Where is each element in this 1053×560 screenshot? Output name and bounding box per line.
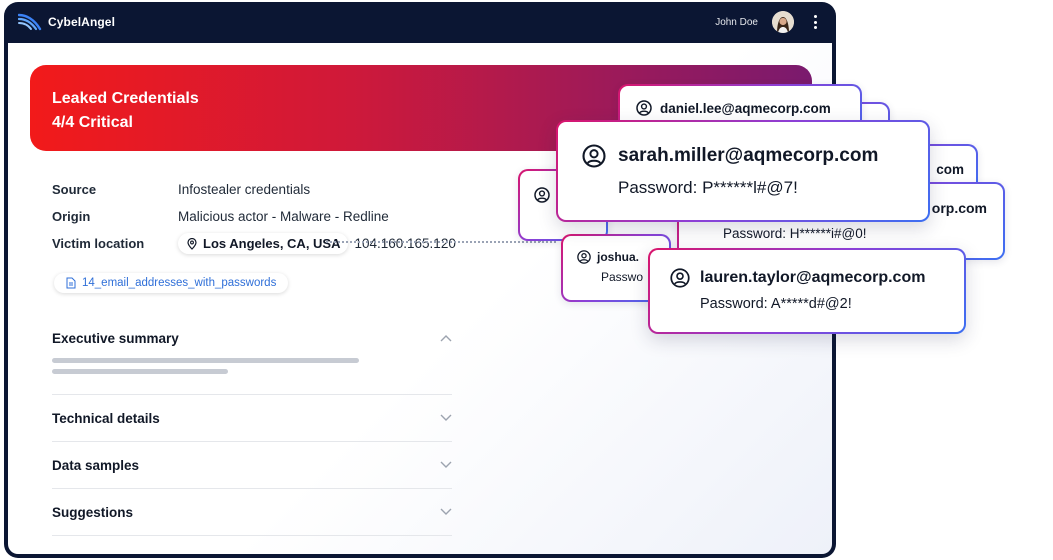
user-circle-icon: [582, 144, 606, 168]
avatar[interactable]: [772, 11, 794, 33]
text-placeholder-bar: [52, 358, 359, 363]
avatar-image: [772, 11, 794, 33]
top-bar: CybelAngel John Doe: [8, 2, 832, 42]
detail-value: Infostealer credentials: [178, 182, 311, 197]
credential-card-sarah[interactable]: sarah.miller@aqmecorp.com Password: P***…: [556, 120, 930, 222]
user-circle-icon: [670, 268, 690, 288]
user-circle-icon: [577, 250, 591, 264]
kebab-menu-icon[interactable]: [808, 12, 822, 32]
chevron-down-icon: [440, 414, 452, 421]
brand-name: CybelAngel: [48, 15, 116, 29]
chevron-down-icon: [440, 508, 452, 515]
detail-label: Victim location: [52, 236, 145, 251]
file-name: 14_email_addresses_with_passwords: [82, 277, 277, 289]
accordion: Executive summary Technical details Data…: [52, 318, 452, 536]
user-name[interactable]: John Doe: [715, 17, 758, 28]
accordion-title: Suggestions: [52, 504, 134, 520]
ip-address: 104.160.165.120: [354, 236, 456, 251]
accordion-title: Data samples: [52, 457, 140, 473]
detail-label: Origin: [52, 209, 91, 224]
credential-card-lauren[interactable]: lauren.taylor@aqmecorp.com Password: A**…: [648, 248, 966, 334]
map-pin-icon: [187, 237, 197, 250]
credential-email: com: [936, 162, 964, 177]
accordion-executive-summary: Executive summary: [52, 318, 452, 395]
accordion-data-samples: Data samples: [52, 442, 452, 489]
accordion-title: Technical details: [52, 410, 160, 426]
text-placeholder-bar: [52, 369, 228, 374]
detail-victim-location: Victim location Los Angeles, CA, USA 104…: [52, 230, 456, 257]
credential-password: Password: H******i#@0!: [723, 226, 867, 241]
credential-email: lauren.taylor@aqmecorp.com: [700, 269, 926, 286]
detail-source: Source Infostealer credentials: [52, 176, 456, 203]
brand-logo[interactable]: CybelAngel: [18, 13, 115, 31]
cybelangel-logo-icon: [18, 13, 42, 31]
credential-password: Password: P******l#@7!: [618, 178, 798, 197]
document-icon: [66, 277, 76, 289]
details-list: Source Infostealer credentials Origin Ma…: [52, 176, 456, 257]
detail-origin: Origin Malicious actor - Malware - Redli…: [52, 203, 456, 230]
user-circle-icon: [636, 100, 652, 116]
credential-email: sarah.miller@aqmecorp.com: [618, 145, 879, 166]
location-pill[interactable]: Los Angeles, CA, USA: [178, 233, 349, 254]
user-circle-icon: [534, 187, 550, 203]
detail-value: Malicious actor - Malware - Redline: [178, 209, 389, 224]
accordion-header[interactable]: Technical details: [52, 395, 452, 441]
file-link[interactable]: 14_email_addresses_with_passwords: [54, 273, 289, 293]
credential-email: daniel.lee@aqmecorp.com: [660, 100, 831, 116]
credential-password: Password: A*****d#@2!: [700, 296, 852, 312]
credential-email: joshua.: [597, 250, 640, 264]
connector-line: [326, 241, 556, 243]
accordion-header[interactable]: Executive summary: [52, 318, 452, 358]
chevron-down-icon: [440, 461, 452, 468]
accordion-header[interactable]: Suggestions: [52, 489, 452, 535]
credential-password: Passwo: [601, 270, 644, 284]
chevron-up-icon: [440, 335, 452, 342]
summary-placeholder: [52, 358, 452, 394]
location-city: Los Angeles, CA, USA: [203, 236, 341, 251]
accordion-header[interactable]: Data samples: [52, 442, 452, 488]
credential-email: orp.com: [931, 200, 987, 216]
accordion-suggestions: Suggestions: [52, 489, 452, 536]
accordion-technical-details: Technical details: [52, 395, 452, 442]
detail-label: Source: [52, 182, 97, 197]
accordion-title: Executive summary: [52, 330, 179, 346]
